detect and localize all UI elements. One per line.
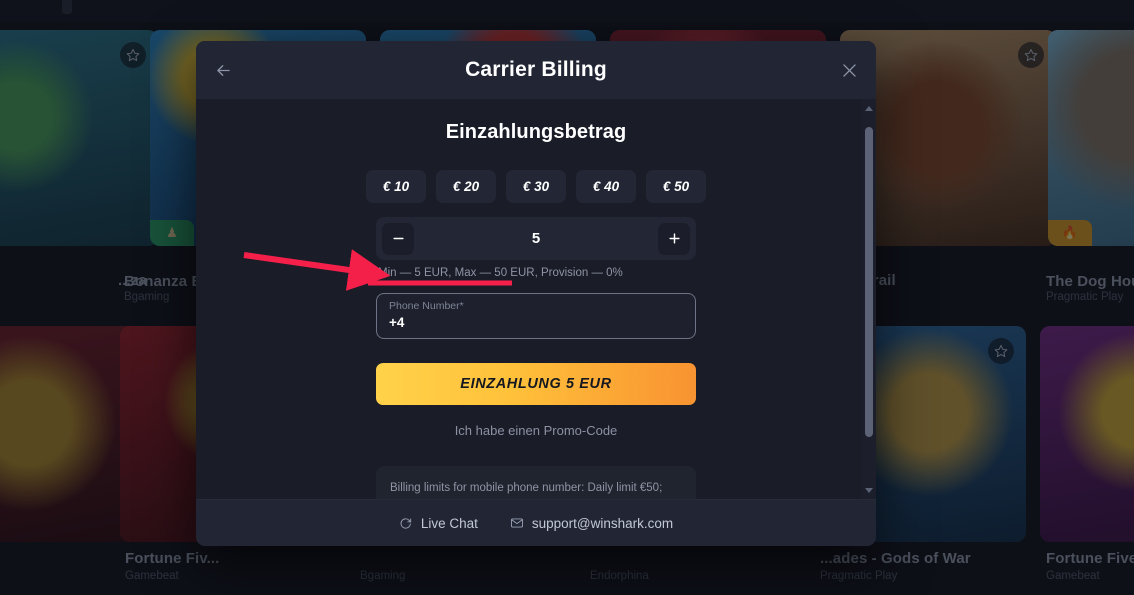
screen: ♟ (0, 0, 1134, 595)
support-email-label: support@winshark.com (531, 515, 674, 531)
scrollbar-thumb[interactable] (865, 127, 873, 437)
limits-note: Min — 5 EUR, Max — 50 EUR, Provision — 0… (378, 267, 623, 279)
live-chat-label: Live Chat (420, 515, 478, 531)
envelope-icon (510, 518, 523, 528)
phone-number-field[interactable]: Phone Number* +4 (376, 293, 696, 339)
modal-header: Carrier Billing (196, 41, 876, 99)
amount-chip-30[interactable]: € 30 (506, 170, 566, 203)
increment-button[interactable] (658, 222, 690, 255)
amount-value[interactable]: 5 (414, 230, 658, 247)
close-icon (842, 63, 856, 77)
close-button[interactable] (832, 53, 866, 87)
scroll-down-arrow-icon[interactable] (862, 483, 876, 497)
phone-number-label: Phone Number* (389, 300, 464, 312)
amount-chip-50[interactable]: € 50 (646, 170, 706, 203)
amount-stepper: 5 (376, 217, 696, 260)
amount-chip-40[interactable]: € 40 (576, 170, 636, 203)
deposit-amount-heading: Einzahlungsbetrag (445, 121, 627, 143)
decrement-button[interactable] (382, 222, 414, 255)
promo-code-link[interactable]: Ich habe einen Promo-Code (196, 423, 876, 438)
modal-scrollbar[interactable] (862, 99, 876, 499)
minus-icon (392, 237, 404, 240)
refresh-chat-icon (400, 518, 411, 529)
back-button[interactable] (206, 53, 240, 87)
plus-icon (668, 233, 680, 244)
arrow-left-icon (216, 64, 230, 76)
phone-number-input[interactable]: +4 (389, 313, 683, 332)
support-email-link[interactable]: support@winshark.com (510, 516, 673, 531)
modal-body: Einzahlungsbetrag € 10 € 20 € 30 € 40 € … (196, 99, 876, 546)
amount-chip-20[interactable]: € 20 (436, 170, 496, 203)
deposit-button[interactable]: EINZAHLUNG 5 EUR (376, 363, 696, 405)
amount-stepper-wrapper: 5 (376, 217, 696, 260)
amount-chip-10[interactable]: € 10 (366, 170, 426, 203)
live-chat-button[interactable]: Live Chat (399, 516, 478, 531)
carrier-billing-modal: Carrier Billing Einzahlungsbetrag € 10 €… (196, 41, 876, 546)
modal-title: Carrier Billing (465, 58, 607, 81)
scroll-up-arrow-icon[interactable] (862, 101, 876, 115)
modal-footer: Live Chat support@winshark.com (196, 499, 876, 546)
modal-scroll-area: Einzahlungsbetrag € 10 € 20 € 30 € 40 € … (196, 121, 876, 532)
amount-chip-group: € 10 € 20 € 30 € 40 € 50 (196, 170, 876, 203)
